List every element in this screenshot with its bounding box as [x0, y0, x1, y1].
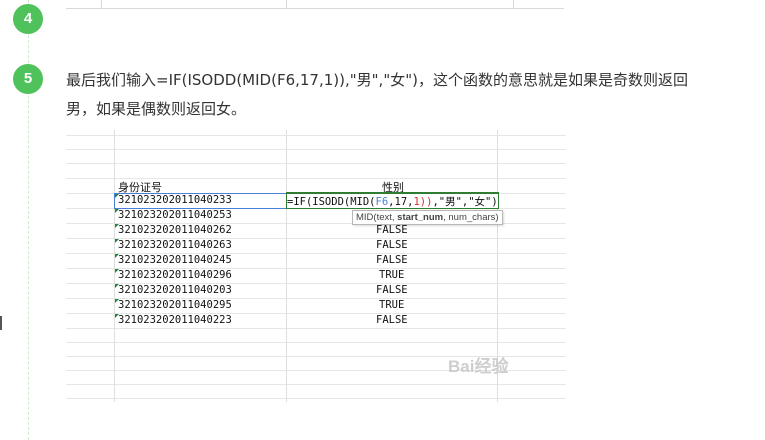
table-cell-result[interactable]: FALSE — [376, 314, 408, 326]
formula-text: =IF(ISODD(MID(F6,17,1)),"男","女") — [287, 196, 498, 208]
function-tooltip: MID(text, start_num, num_chars) — [352, 210, 503, 225]
step-number-badge: 5 — [13, 64, 43, 94]
table-cell-id[interactable]: 321023202011040295 — [118, 299, 232, 311]
table-cell-result[interactable]: TRUE — [379, 299, 404, 311]
table-cell-result[interactable]: FALSE — [376, 284, 408, 296]
table-cell-id[interactable]: 321023202011040263 — [118, 239, 232, 251]
table-cell-result[interactable]: FALSE — [376, 254, 408, 266]
formula-edit-cell[interactable]: =IF(ISODD(MID(F6,17,1)),"男","女") — [286, 192, 499, 209]
table-cell-id[interactable]: 321023202011040245 — [118, 254, 232, 266]
table-cell-result[interactable]: FALSE — [376, 239, 408, 251]
table-cell-id[interactable]: 321023202011040253 — [118, 209, 232, 221]
table-cell-id[interactable]: 321023202011040223 — [118, 314, 232, 326]
table-cell-id[interactable]: 321023202011040296 — [118, 269, 232, 281]
previous-step-screenshot — [66, 0, 564, 9]
step-description: 最后我们输入=IF(ISODD(MID(F6,17,1)),"男","女")，这… — [66, 71, 688, 118]
table-cell-result[interactable]: FALSE — [376, 224, 408, 236]
watermark-logo: Bai经验 — [448, 357, 509, 376]
table-cell-id[interactable]: 321023202011040203 — [118, 284, 232, 296]
table-cell-id[interactable]: 321023202011040233 — [118, 194, 232, 206]
step-number-badge: 4 — [13, 4, 43, 34]
text-cursor-icon — [0, 316, 2, 330]
table-cell-result[interactable]: TRUE — [379, 269, 404, 281]
table-cell-id[interactable]: 321023202011040262 — [118, 224, 232, 236]
